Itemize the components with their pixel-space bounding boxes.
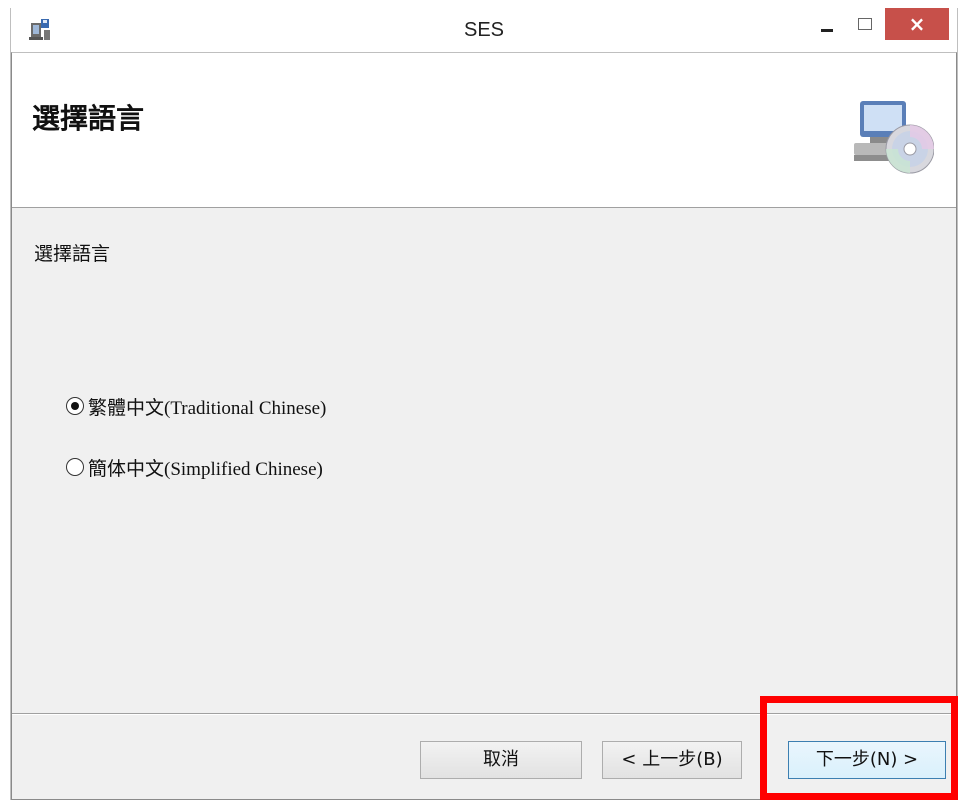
computer-cd-icon: [854, 101, 934, 174]
minimize-button[interactable]: [811, 8, 845, 40]
radio-simplified-chinese[interactable]: 簡体中文(Simplified Chinese): [66, 454, 323, 480]
cancel-button[interactable]: 取消: [420, 741, 582, 779]
close-icon: ×: [908, 12, 926, 36]
page-title: 選擇語言: [32, 102, 145, 135]
radio-button-selected[interactable]: [66, 397, 84, 415]
installer-window: SES × 選擇語言 選擇語言 繁體中文(Traditional Chinese…: [10, 8, 958, 800]
close-button[interactable]: ×: [885, 8, 949, 40]
radio-dot: [71, 402, 79, 410]
radio-label-simplified: 簡体中文(Simplified Chinese): [88, 458, 323, 480]
maximize-button[interactable]: [849, 8, 883, 40]
language-prompt: 選擇語言: [34, 243, 111, 265]
radio-label-traditional: 繁體中文(Traditional Chinese): [88, 397, 327, 419]
highlight-box: [760, 696, 958, 800]
radio-traditional-chinese[interactable]: 繁體中文(Traditional Chinese): [66, 393, 326, 419]
header-banner: 選擇語言: [12, 53, 956, 208]
back-button[interactable]: < 上一步(B): [602, 741, 742, 779]
radio-button-unselected[interactable]: [66, 458, 84, 476]
dialog-client-area: 選擇語言 選擇語言 繁體中文(Traditional Chinese) 簡体中文…: [11, 52, 957, 800]
title-bar: SES ×: [11, 8, 957, 52]
